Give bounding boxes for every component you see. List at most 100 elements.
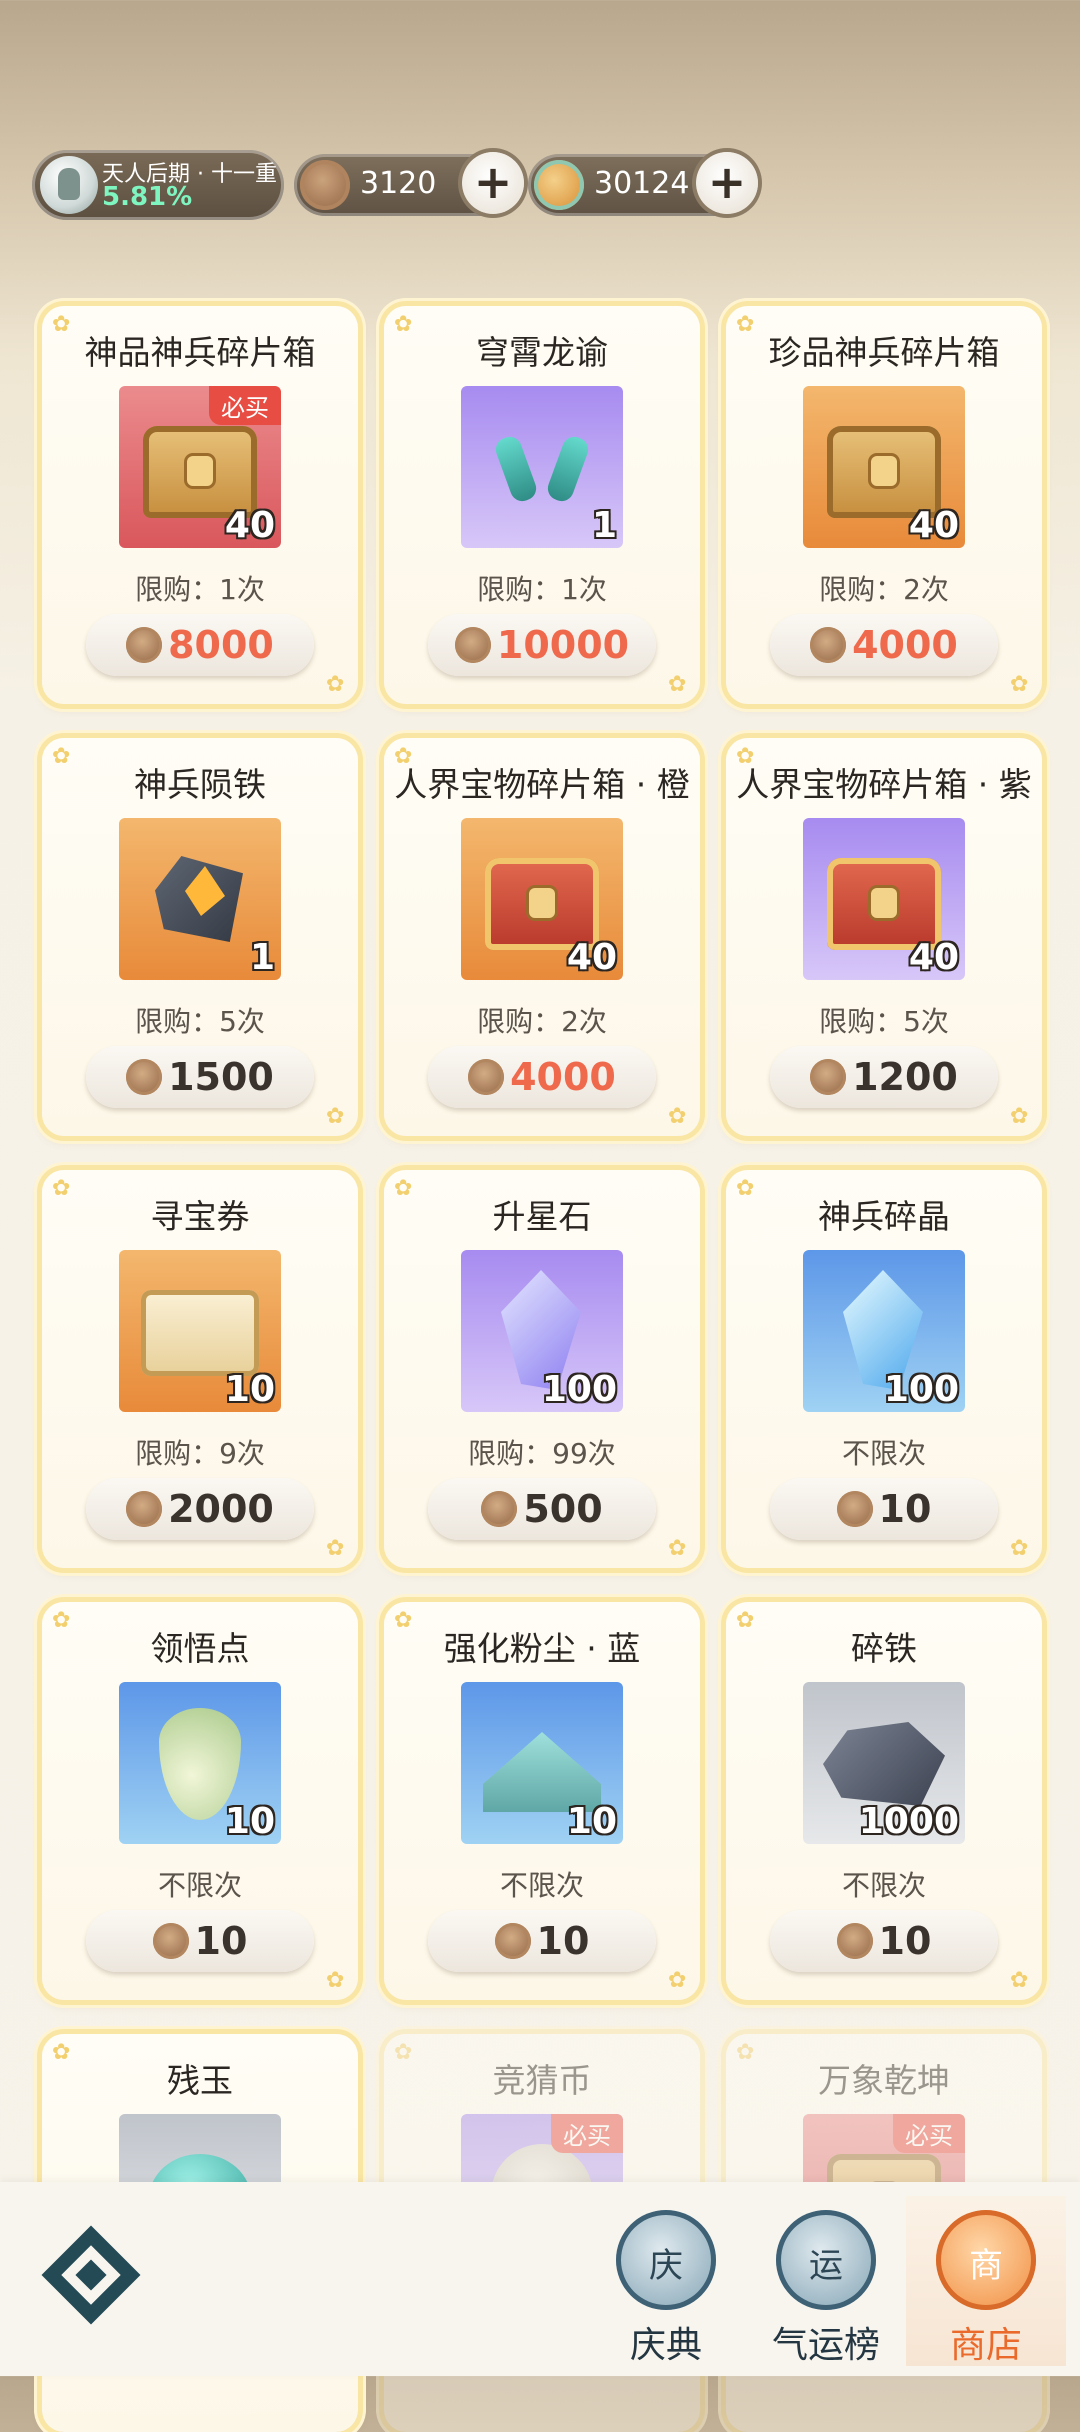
tab-label: 庆典 <box>629 2325 702 2366</box>
buy-button[interactable]: 1200 <box>770 1046 998 1108</box>
copper-amount: 3120 <box>360 166 437 201</box>
buy-button[interactable]: 10 <box>770 1478 998 1540</box>
purchase-limit: 限购：1次 <box>477 573 607 606</box>
copper-coin-icon <box>126 1059 163 1095</box>
celebration-icon: 庆 <box>616 2210 716 2310</box>
item-image: 1 <box>119 818 281 980</box>
purchase-limit: 限购：5次 <box>819 1005 949 1038</box>
iron-ore-icon <box>823 1722 945 1806</box>
item-quantity: 100 <box>541 1369 617 1410</box>
item-image: 1 <box>461 386 623 548</box>
shop-card[interactable]: ✿ 强化粉尘 · 蓝 10 不限次 10 ✿ <box>384 1602 700 2000</box>
flower-corner-icon: ✿ <box>1010 672 1029 697</box>
flower-corner-icon: ✿ <box>1010 1968 1029 1993</box>
price: 10000 <box>496 623 630 667</box>
item-image: 10 <box>461 1682 623 1844</box>
shop-card[interactable]: ✿ 升星石 100 限购：99次 500 ✿ <box>384 1170 700 1568</box>
shop-card[interactable]: ✿ 神品神兵碎片箱 必买 40 限购：1次 8000 ✿ <box>42 306 358 704</box>
item-name: 神品神兵碎片箱 <box>84 333 316 372</box>
item-quantity: 1000 <box>858 1801 959 1842</box>
item-name: 珍品神兵碎片箱 <box>768 333 1000 372</box>
tab-label: 气运榜 <box>771 2325 880 2366</box>
item-quantity: 40 <box>566 937 617 978</box>
copper-coin-icon <box>126 627 163 663</box>
purchase-limit: 限购：2次 <box>477 1005 607 1038</box>
powder-dust-icon <box>483 1732 601 1812</box>
copper-coin-icon <box>468 1059 505 1095</box>
tab-shop[interactable]: 商 商店 <box>906 2196 1066 2366</box>
shop-card[interactable]: ✿ 穹霄龙谕 1 限购：1次 10000 ✿ <box>384 306 700 704</box>
tab-fortune-ranking[interactable]: 运 气运榜 <box>746 2196 906 2366</box>
item-image: 100 <box>461 1250 623 1412</box>
price: 4000 <box>852 623 958 667</box>
buy-button[interactable]: 2000 <box>86 1478 314 1540</box>
realm-progress[interactable]: 天人后期 · 十一重 5.81% <box>32 150 284 220</box>
tab-label: 商店 <box>949 2325 1022 2366</box>
purchase-limit: 不限次 <box>841 1437 926 1470</box>
flower-corner-icon: ✿ <box>668 1104 687 1129</box>
must-buy-badge: 必买 <box>551 2114 623 2153</box>
copper-coin-icon <box>810 1059 847 1095</box>
shop-card[interactable]: ✿ 神兵陨铁 1 限购：5次 1500 ✿ <box>42 738 358 1136</box>
shop-card[interactable]: ✿ 珍品神兵碎片箱 40 限购：2次 4000 ✿ <box>726 306 1042 704</box>
item-name: 强化粉尘 · 蓝 <box>443 1629 641 1668</box>
copper-coin-icon <box>300 160 350 210</box>
flower-corner-icon: ✿ <box>1010 1104 1029 1129</box>
buy-button[interactable]: 10 <box>86 1910 314 1972</box>
shop-card[interactable]: ✿ 碎铁 1000 不限次 10 ✿ <box>726 1602 1042 2000</box>
item-image: 40 <box>803 818 965 980</box>
shop-card[interactable]: ✿ 领悟点 10 不限次 10 ✿ <box>42 1602 358 2000</box>
item-name: 碎铁 <box>851 1629 917 1668</box>
item-name: 神兵陨铁 <box>134 765 266 804</box>
purchase-limit: 不限次 <box>499 1869 584 1902</box>
buy-button[interactable]: 10 <box>770 1910 998 1972</box>
item-image: 1000 <box>803 1682 965 1844</box>
add-jade-button[interactable]: + <box>696 152 758 214</box>
buy-button[interactable]: 1500 <box>86 1046 314 1108</box>
copper-coin-icon <box>481 1491 518 1527</box>
price: 1200 <box>852 1055 958 1099</box>
currency-jade: 30124 + <box>528 152 758 216</box>
copper-coin-icon <box>836 1923 873 1959</box>
item-quantity: 40 <box>908 937 959 978</box>
buy-button[interactable]: 10 <box>428 1910 656 1972</box>
price: 1500 <box>168 1055 274 1099</box>
item-name: 竞猜币 <box>492 2061 592 2100</box>
flower-corner-icon: ✿ <box>668 1536 687 1561</box>
flower-corner-icon: ✿ <box>668 672 687 697</box>
shop-card[interactable]: ✿ 人界宝物碎片箱 · 橙 40 限购：2次 4000 ✿ <box>384 738 700 1136</box>
purchase-limit: 不限次 <box>841 1869 926 1902</box>
item-name: 领悟点 <box>150 1629 250 1668</box>
flower-corner-icon: ✿ <box>326 1968 345 1993</box>
buy-button[interactable]: 4000 <box>770 614 998 676</box>
item-quantity: 40 <box>224 505 275 546</box>
flower-corner-icon: ✿ <box>326 1104 345 1129</box>
scroll-icon <box>141 1290 259 1376</box>
shop-card[interactable]: ✿ 神兵碎晶 100 不限次 10 ✿ <box>726 1170 1042 1568</box>
buy-button[interactable]: 8000 <box>86 614 314 676</box>
purchase-limit: 限购：99次 <box>468 1437 616 1470</box>
item-quantity: 1 <box>591 505 617 546</box>
price: 10 <box>878 1919 932 1963</box>
item-image: 10 <box>119 1250 281 1412</box>
item-image: 40 <box>803 386 965 548</box>
item-image: 100 <box>803 1250 965 1412</box>
menu-logo-icon[interactable] <box>36 2232 146 2328</box>
price: 8000 <box>168 623 274 667</box>
buy-button[interactable]: 4000 <box>428 1046 656 1108</box>
item-name: 人界宝物碎片箱 · 橙 <box>394 765 690 804</box>
realm-percent: 5.81% <box>102 182 193 212</box>
price: 2000 <box>168 1487 274 1531</box>
jade-amount: 30124 <box>594 166 690 201</box>
shop-card[interactable]: ✿ 寻宝券 10 限购：9次 2000 ✿ <box>42 1170 358 1568</box>
purchase-limit: 限购：2次 <box>819 573 949 606</box>
shop-card[interactable]: ✿ 人界宝物碎片箱 · 紫 40 限购：5次 1200 ✿ <box>726 738 1042 1136</box>
buy-button[interactable]: 500 <box>428 1478 656 1540</box>
buy-button[interactable]: 10000 <box>428 614 656 676</box>
item-quantity: 100 <box>883 1369 959 1410</box>
price: 500 <box>523 1487 603 1531</box>
flower-corner-icon: ✿ <box>326 1536 345 1561</box>
avatar <box>40 156 98 214</box>
tab-celebration[interactable]: 庆 庆典 <box>586 2196 746 2366</box>
add-copper-button[interactable]: + <box>462 152 524 214</box>
